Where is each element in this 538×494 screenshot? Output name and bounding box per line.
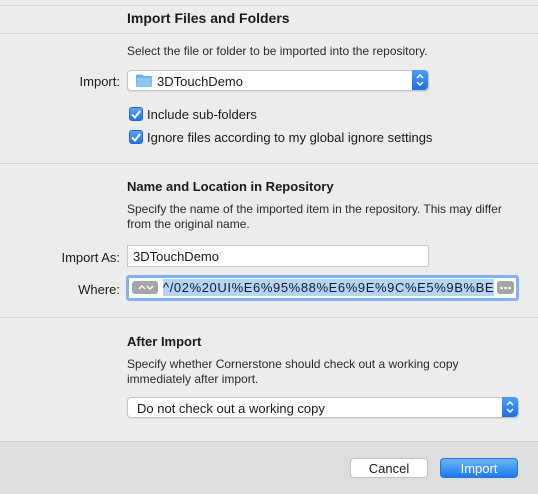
location-section-title: Name and Location in Repository — [127, 179, 334, 194]
include-subfolders-label[interactable]: Include sub-folders — [147, 107, 257, 122]
path-token-menu-icon[interactable] — [132, 281, 158, 294]
ignore-files-checkbox[interactable] — [129, 130, 143, 144]
import-description: Select the file or folder to be imported… — [127, 44, 428, 58]
where-path-value: ^/02%20UI%E6%95%88%E6%9E%9C%E5%9B%BE/2.7 — [163, 279, 494, 296]
include-subfolders-checkbox[interactable] — [129, 107, 143, 121]
import-as-label: Import As: — [61, 250, 120, 265]
popup-stepper-icon — [412, 70, 428, 90]
popup-stepper-icon — [502, 397, 518, 417]
where-path-field[interactable]: ^/02%20UI%E6%95%88%E6%9E%9C%E5%9B%BE/2.7 — [126, 275, 519, 301]
path-ellipsis-icon[interactable] — [497, 281, 514, 294]
footer-bar: Cancel Import — [0, 441, 538, 494]
section-divider — [0, 317, 538, 318]
import-as-field[interactable]: 3DTouchDemo — [127, 245, 429, 267]
import-source-value: 3DTouchDemo — [157, 74, 243, 89]
import-section-title: Import Files and Folders — [127, 10, 290, 26]
after-description-line2: immediately after import. — [127, 372, 259, 386]
checkmark-icon — [131, 132, 141, 142]
section-divider — [0, 33, 538, 34]
where-label: Where: — [78, 282, 120, 297]
import-as-value: 3DTouchDemo — [133, 249, 219, 264]
ignore-files-label[interactable]: Ignore files according to my global igno… — [147, 130, 432, 145]
location-description-line2: from the original name. — [127, 217, 250, 231]
cancel-button[interactable]: Cancel — [350, 458, 428, 478]
folder-icon — [136, 74, 152, 90]
section-divider — [0, 163, 538, 164]
after-section-title: After Import — [127, 334, 202, 349]
location-description-line1: Specify the name of the imported item in… — [127, 202, 502, 216]
import-source-popup[interactable]: 3DTouchDemo — [127, 70, 429, 91]
import-label: Import: — [79, 74, 120, 89]
checkmark-icon — [131, 109, 141, 119]
after-description-line1: Specify whether Cornerstone should check… — [127, 357, 459, 371]
import-button[interactable]: Import — [440, 458, 518, 478]
checkout-option-value: Do not check out a working copy — [137, 401, 325, 416]
checkout-option-popup[interactable]: Do not check out a working copy — [127, 397, 519, 418]
top-separator — [0, 5, 538, 6]
